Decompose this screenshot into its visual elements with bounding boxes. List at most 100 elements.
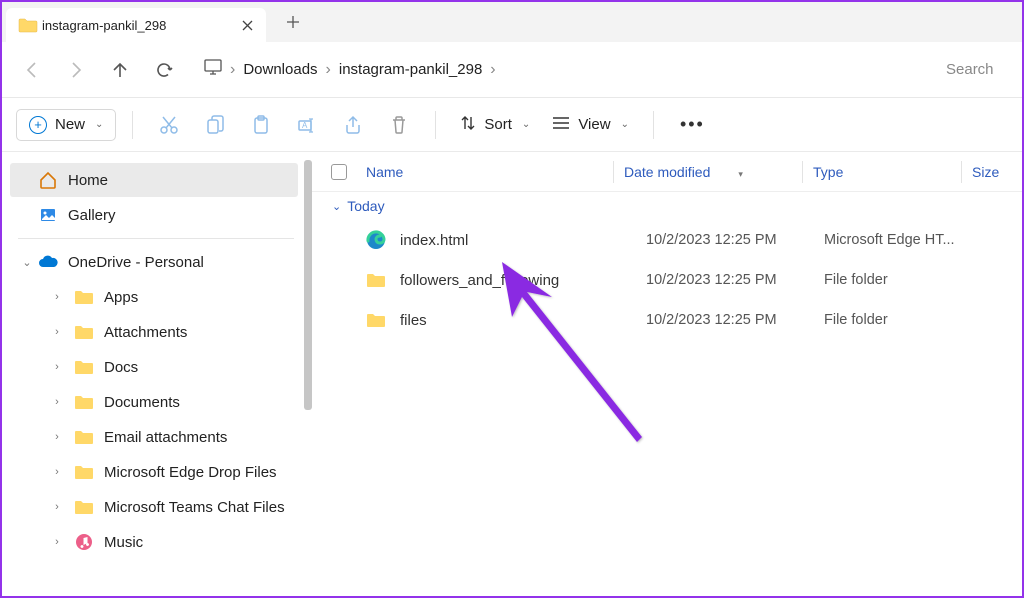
- sort-label: Sort: [484, 116, 512, 133]
- cut-icon[interactable]: [149, 105, 189, 145]
- folder-icon: [366, 272, 390, 288]
- folder-icon: [366, 312, 390, 328]
- column-headers: Name Date modified▾ Type Size: [312, 152, 1022, 192]
- sidebar-item-music[interactable]: › Music: [10, 525, 298, 559]
- sidebar-item-docs[interactable]: › Docs: [10, 350, 298, 384]
- forward-button[interactable]: [56, 50, 96, 90]
- folder-icon: [74, 358, 94, 376]
- scrollbar[interactable]: [304, 160, 312, 410]
- back-button[interactable]: [12, 50, 52, 90]
- tab-title: instagram-pankil_298: [42, 18, 232, 33]
- close-icon[interactable]: [240, 18, 254, 32]
- sidebar-item-email-attachments[interactable]: ›Email attachments: [10, 420, 298, 454]
- group-label: Today: [347, 198, 384, 214]
- sidebar-label: Attachments: [104, 324, 187, 341]
- breadcrumb[interactable]: › Downloads › instagram-pankil_298 ›: [194, 53, 928, 86]
- sort-button[interactable]: Sort ⌄: [452, 109, 538, 141]
- up-button[interactable]: [100, 50, 140, 90]
- file-type: File folder: [824, 272, 972, 288]
- share-icon[interactable]: [333, 105, 373, 145]
- column-name[interactable]: Name: [366, 164, 613, 180]
- column-type[interactable]: Type: [813, 164, 961, 180]
- view-button[interactable]: View ⌄: [544, 110, 637, 140]
- home-icon: [38, 171, 58, 189]
- svg-text:A: A: [302, 121, 308, 130]
- file-row[interactable]: index.html 10/2/2023 12:25 PM Microsoft …: [312, 220, 1022, 260]
- sidebar-item-gallery[interactable]: Gallery: [10, 198, 298, 232]
- divider: [613, 161, 614, 183]
- folder-icon: [74, 288, 94, 306]
- refresh-button[interactable]: [144, 50, 184, 90]
- sidebar-label: Microsoft Teams Chat Files: [104, 499, 285, 516]
- select-all-checkbox[interactable]: [312, 164, 366, 180]
- nav-bar: › Downloads › instagram-pankil_298 › Sea…: [2, 42, 1022, 98]
- paste-icon[interactable]: [241, 105, 281, 145]
- chevron-down-icon[interactable]: ⌄: [20, 256, 34, 269]
- file-name: followers_and_following: [400, 272, 646, 289]
- new-button[interactable]: + New ⌄: [16, 109, 116, 141]
- chevron-down-icon: ⌄: [332, 200, 341, 213]
- body: Home Gallery ⌄ OneDrive - Personal › Apps…: [2, 152, 1022, 596]
- folder-icon: [74, 463, 94, 481]
- folder-icon: [74, 323, 94, 341]
- sidebar-label: Apps: [104, 289, 138, 306]
- gallery-icon: [38, 206, 58, 224]
- file-row[interactable]: files 10/2/2023 12:25 PM File folder: [312, 300, 1022, 340]
- chevron-right-icon[interactable]: ›: [50, 466, 64, 478]
- sidebar-label: Microsoft Edge Drop Files: [104, 464, 277, 481]
- sidebar-item-onedrive[interactable]: ⌄ OneDrive - Personal: [10, 245, 298, 279]
- more-button[interactable]: •••: [670, 108, 715, 141]
- tab-current[interactable]: instagram-pankil_298: [6, 8, 266, 42]
- copy-icon[interactable]: [195, 105, 235, 145]
- music-icon: [74, 533, 94, 551]
- chevron-right-icon[interactable]: ›: [322, 61, 335, 79]
- chevron-right-icon[interactable]: ›: [50, 536, 64, 548]
- sidebar-item-apps[interactable]: › Apps: [10, 280, 298, 314]
- divider: [802, 161, 803, 183]
- separator: [653, 111, 654, 139]
- file-date: 10/2/2023 12:25 PM: [646, 272, 824, 288]
- column-date[interactable]: Date modified▾: [624, 164, 802, 180]
- sidebar-label: Music: [104, 534, 143, 551]
- sidebar-label: OneDrive - Personal: [68, 254, 204, 271]
- chevron-right-icon[interactable]: ›: [50, 326, 64, 338]
- file-type: File folder: [824, 312, 972, 328]
- divider: [961, 161, 962, 183]
- chevron-right-icon[interactable]: ›: [226, 61, 239, 79]
- chevron-right-icon[interactable]: ›: [50, 291, 64, 303]
- search-input[interactable]: Search: [932, 51, 1012, 88]
- chevron-right-icon[interactable]: ›: [50, 431, 64, 443]
- new-tab-button[interactable]: [278, 7, 308, 37]
- edge-icon: [366, 230, 390, 250]
- sidebar: Home Gallery ⌄ OneDrive - Personal › Apps…: [2, 152, 312, 596]
- chevron-down-icon: ⌄: [522, 119, 530, 130]
- separator: [132, 111, 133, 139]
- new-label: New: [55, 116, 85, 133]
- folder-icon: [74, 428, 94, 446]
- sort-icon: [460, 115, 476, 135]
- file-row[interactable]: followers_and_following 10/2/2023 12:25 …: [312, 260, 1022, 300]
- plus-circle-icon: +: [29, 116, 47, 134]
- rename-icon[interactable]: A: [287, 105, 327, 145]
- sidebar-item-teams-chat[interactable]: › Microsoft Teams Chat Files: [10, 490, 298, 524]
- chevron-right-icon[interactable]: ›: [486, 61, 499, 79]
- group-today[interactable]: ⌄ Today: [312, 192, 1022, 220]
- breadcrumb-downloads[interactable]: Downloads: [243, 61, 317, 78]
- sidebar-label: Gallery: [68, 207, 116, 224]
- breadcrumb-current[interactable]: instagram-pankil_298: [339, 61, 482, 78]
- file-date: 10/2/2023 12:25 PM: [646, 232, 824, 248]
- sidebar-item-home[interactable]: Home: [10, 163, 298, 197]
- tabs-bar: instagram-pankil_298: [2, 2, 1022, 42]
- delete-icon[interactable]: [379, 105, 419, 145]
- chevron-right-icon[interactable]: ›: [50, 396, 64, 408]
- sidebar-item-documents[interactable]: ›Documents: [10, 385, 298, 419]
- sidebar-item-attachments[interactable]: › Attachments: [10, 315, 298, 349]
- chevron-right-icon[interactable]: ›: [50, 501, 64, 513]
- sidebar-label: Docs: [104, 359, 138, 376]
- chevron-right-icon[interactable]: ›: [50, 361, 64, 373]
- file-name: files: [400, 312, 646, 329]
- sidebar-item-edge-drop[interactable]: › Microsoft Edge Drop Files: [10, 455, 298, 489]
- view-label: View: [578, 116, 610, 133]
- chevron-down-icon: ⌄: [621, 119, 629, 130]
- column-size[interactable]: Size: [972, 164, 1022, 180]
